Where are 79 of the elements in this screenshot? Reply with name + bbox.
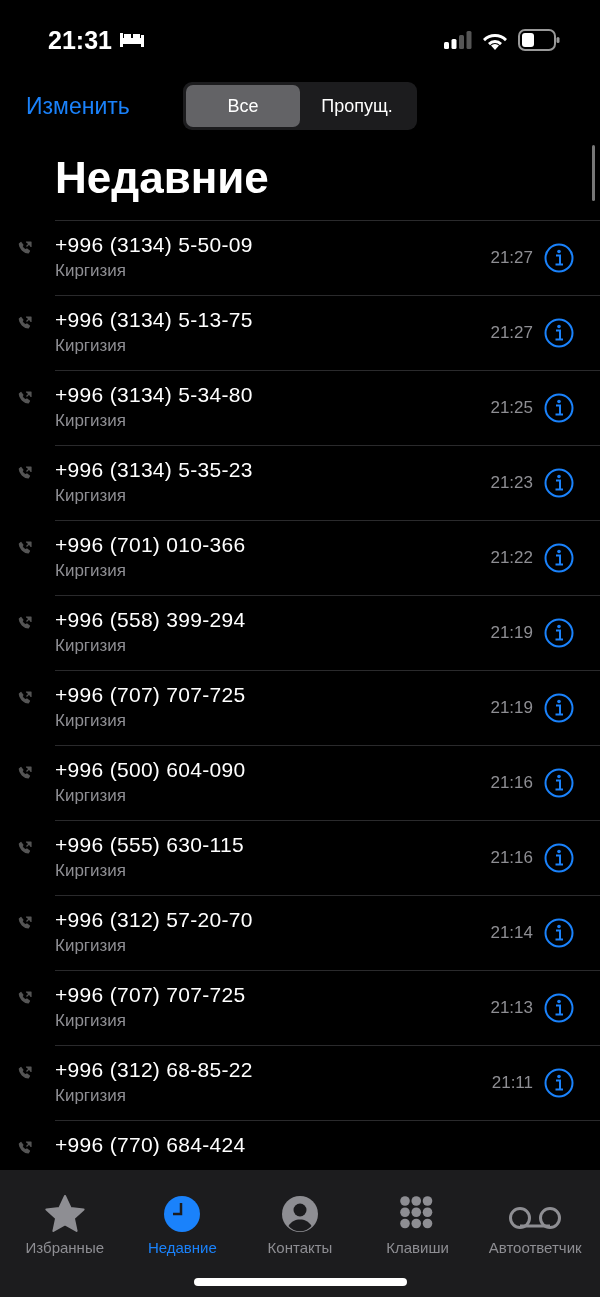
call-time: 21:27 xyxy=(490,323,533,343)
phone-number[interactable]: +996 (312) 57-20-70 xyxy=(55,908,491,932)
call-location: Киргизия xyxy=(55,936,128,956)
page-title: Недавние xyxy=(55,152,269,204)
phone-number[interactable]: +996 (558) 399-294 xyxy=(55,608,491,632)
outgoing-call-icon xyxy=(18,1141,32,1155)
signal-icon xyxy=(444,31,472,49)
outgoing-call-icon xyxy=(18,541,32,555)
outgoing-call-icon xyxy=(18,1066,32,1080)
call-location: Киргизия xyxy=(55,411,128,431)
battery-icon xyxy=(518,29,560,51)
info-icon[interactable] xyxy=(544,1068,574,1098)
info-icon[interactable] xyxy=(544,468,574,498)
phone-number[interactable]: +996 (3134) 5-50-09 xyxy=(55,233,491,257)
call-time: 21:23 xyxy=(490,473,533,493)
phone-number[interactable]: +996 (312) 68-85-22 xyxy=(55,1058,492,1082)
outgoing-call-icon xyxy=(18,916,32,930)
person-icon xyxy=(281,1195,319,1233)
call-location: Киргизия xyxy=(55,786,128,806)
call-location: Киргизия xyxy=(55,336,128,356)
outgoing-call-icon xyxy=(18,316,32,330)
info-icon[interactable] xyxy=(544,393,574,423)
info-icon[interactable] xyxy=(544,543,574,573)
status-time: 21:31 xyxy=(48,25,112,55)
star-icon xyxy=(44,1195,85,1233)
outgoing-call-icon xyxy=(18,391,32,405)
outgoing-call-icon xyxy=(18,991,32,1005)
call-location: Киргизия xyxy=(55,561,128,581)
call-time: 21:25 xyxy=(490,398,533,418)
edit-link[interactable]: Изменить xyxy=(26,92,130,120)
call-location: Киргизия xyxy=(55,261,128,281)
call-location: Киргизия xyxy=(55,711,128,731)
outgoing-call-icon xyxy=(18,766,32,780)
call-time: 21:19 xyxy=(490,698,533,718)
call-time: 21:16 xyxy=(490,848,533,868)
info-icon[interactable] xyxy=(544,243,574,273)
call-time: 21:13 xyxy=(490,998,533,1018)
tab-bar-item[interactable]: Недавние xyxy=(123,1176,242,1256)
phone-number[interactable]: +996 (707) 707-725 xyxy=(55,983,491,1007)
clock-icon xyxy=(163,1195,202,1233)
phone-number[interactable]: +996 (3134) 5-34-80 xyxy=(55,383,491,407)
call-time: 21:19 xyxy=(490,623,533,643)
info-icon[interactable] xyxy=(544,918,574,948)
phone-number[interactable]: +996 (770) 684-424 xyxy=(55,1133,600,1157)
call-time: 21:22 xyxy=(490,548,533,568)
call-location: Киргизия xyxy=(55,636,128,656)
outgoing-call-icon xyxy=(18,241,32,255)
segment-tab[interactable]: Пропущ. xyxy=(300,85,414,127)
phone-number[interactable]: +996 (500) 604-090 xyxy=(55,758,491,782)
outgoing-call-icon xyxy=(18,466,32,480)
info-icon[interactable] xyxy=(544,843,574,873)
call-location: Киргизия xyxy=(55,486,128,506)
phone-number[interactable]: +996 (707) 707-725 xyxy=(55,683,491,707)
scroll-indicator xyxy=(592,145,595,201)
call-time: 21:16 xyxy=(490,773,533,793)
call-time: 21:14 xyxy=(490,923,533,943)
info-icon[interactable] xyxy=(544,993,574,1023)
tab-bar-item[interactable]: Клавиши xyxy=(358,1176,477,1256)
call-location: Киргизия xyxy=(55,1086,128,1106)
phone-number[interactable]: +996 (701) 010-366 xyxy=(55,533,491,557)
call-location: Киргизия xyxy=(55,1011,128,1031)
tab-bar-item[interactable]: Контакты xyxy=(241,1176,359,1256)
tab-bar-item[interactable]: Автоответчик xyxy=(476,1176,594,1256)
bed-icon xyxy=(117,32,146,48)
phone-number[interactable]: +996 (3134) 5-13-75 xyxy=(55,308,491,332)
info-icon[interactable] xyxy=(544,318,574,348)
outgoing-call-icon xyxy=(18,616,32,630)
tab-bar-item[interactable]: Избранные xyxy=(6,1176,124,1256)
phone-number[interactable]: +996 (555) 630-115 xyxy=(55,833,491,857)
info-icon[interactable] xyxy=(544,693,574,723)
segment-tab[interactable]: Все xyxy=(186,85,300,127)
outgoing-call-icon xyxy=(18,691,32,705)
info-icon[interactable] xyxy=(544,618,574,648)
phone-number[interactable]: +996 (3134) 5-35-23 xyxy=(55,458,491,482)
outgoing-call-icon xyxy=(18,841,32,855)
info-icon[interactable] xyxy=(544,768,574,798)
call-time: 21:11 xyxy=(491,1073,533,1093)
call-time: 21:27 xyxy=(490,248,533,268)
call-location: Киргизия xyxy=(55,861,128,881)
